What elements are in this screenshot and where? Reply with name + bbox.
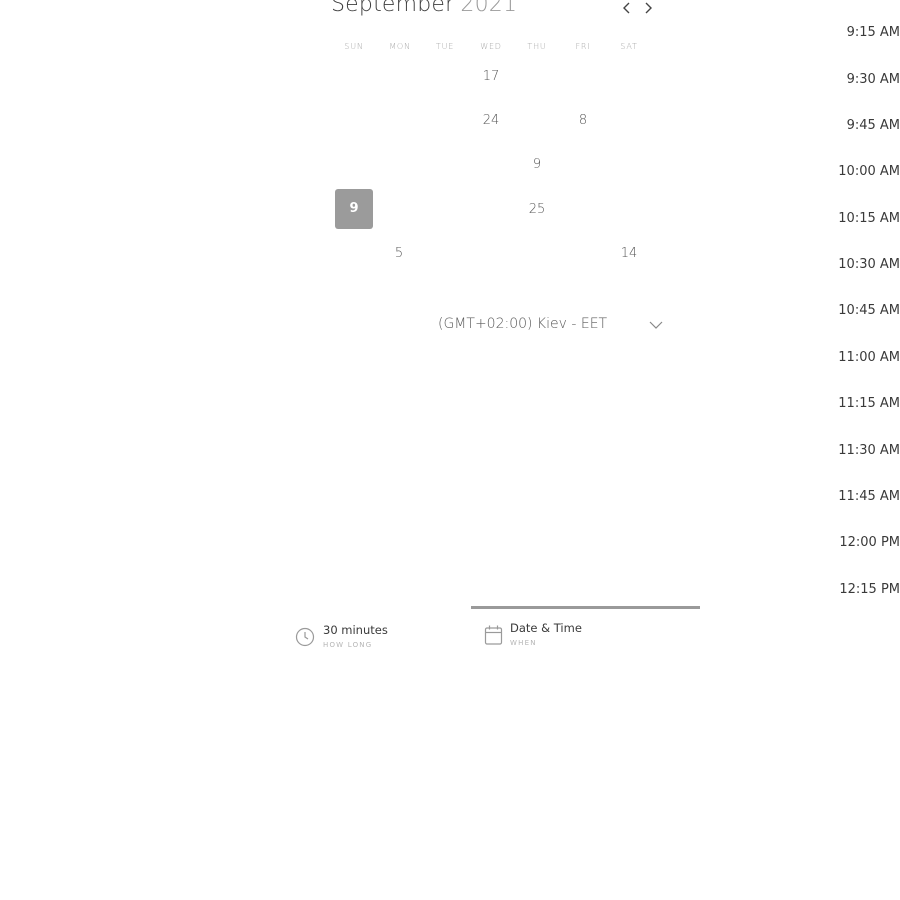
weekday-sat: SAT bbox=[620, 42, 638, 51]
step-duration[interactable]: 30 minutes HOW LONG bbox=[295, 622, 445, 652]
weekday-mon: MON bbox=[389, 42, 411, 51]
chevron-down-icon bbox=[649, 321, 663, 329]
calendar-month: September bbox=[331, 0, 455, 17]
time-slot[interactable]: 11:45 AM bbox=[838, 489, 900, 504]
weekday-tue: TUE bbox=[435, 42, 455, 51]
clock-icon bbox=[295, 627, 315, 647]
chevron-left-icon bbox=[623, 2, 630, 14]
previous-month-button[interactable] bbox=[620, 0, 634, 16]
calendar-header: September 2021 bbox=[331, 0, 517, 22]
step-date-time-title: Date & Time bbox=[510, 621, 582, 635]
calendar-day[interactable]: 25 bbox=[518, 190, 556, 230]
time-slot[interactable]: 11:30 AM bbox=[838, 443, 900, 458]
calendar-day[interactable]: 8 bbox=[564, 101, 602, 141]
time-slot[interactable]: 9:15 AM bbox=[847, 25, 900, 40]
step-duration-title: 30 minutes bbox=[323, 623, 388, 637]
weekday-header-row: SUN MON TUE WED THU FRI SAT bbox=[331, 42, 651, 54]
time-slot[interactable]: 12:15 PM bbox=[839, 582, 900, 597]
calendar-day[interactable]: 24 bbox=[472, 101, 510, 141]
calendar-year: 2021 bbox=[460, 0, 518, 17]
time-slot[interactable]: 11:00 AM bbox=[838, 350, 900, 365]
time-slot[interactable]: 10:45 AM bbox=[838, 303, 900, 318]
calendar-day[interactable]: 9 bbox=[518, 145, 556, 185]
time-slot[interactable]: 11:15 AM bbox=[838, 396, 900, 411]
time-slot[interactable]: 9:30 AM bbox=[847, 72, 900, 87]
time-slot[interactable]: 10:15 AM bbox=[838, 211, 900, 226]
time-slot[interactable]: 9:45 AM bbox=[847, 118, 900, 133]
calendar-icon bbox=[484, 625, 503, 645]
active-step-indicator bbox=[471, 606, 700, 609]
weekday-thu: THU bbox=[527, 42, 547, 51]
time-slot[interactable]: 10:30 AM bbox=[838, 257, 900, 272]
step-date-time-subtitle: WHEN bbox=[510, 639, 537, 647]
timezone-label: (GMT+02:00) Kiev - EET bbox=[438, 316, 608, 332]
weekday-wed: WED bbox=[480, 42, 502, 51]
weekday-fri: FRI bbox=[575, 42, 591, 51]
time-slot[interactable]: 10:00 AM bbox=[838, 164, 900, 179]
timezone-select[interactable]: (GMT+02:00) Kiev - EET bbox=[437, 315, 665, 337]
step-duration-subtitle: HOW LONG bbox=[323, 641, 373, 649]
calendar-day[interactable]: 17 bbox=[472, 57, 510, 97]
step-date-time[interactable]: Date & Time WHEN bbox=[484, 620, 634, 650]
chevron-right-icon bbox=[645, 2, 652, 14]
time-slot[interactable]: 12:00 PM bbox=[839, 535, 900, 550]
weekday-sun: SUN bbox=[344, 42, 364, 51]
calendar-day[interactable]: 5 bbox=[380, 234, 418, 274]
calendar-day[interactable]: 14 bbox=[610, 234, 648, 274]
calendar-day-selected[interactable]: 9 bbox=[335, 189, 373, 229]
next-month-button[interactable] bbox=[641, 0, 655, 16]
